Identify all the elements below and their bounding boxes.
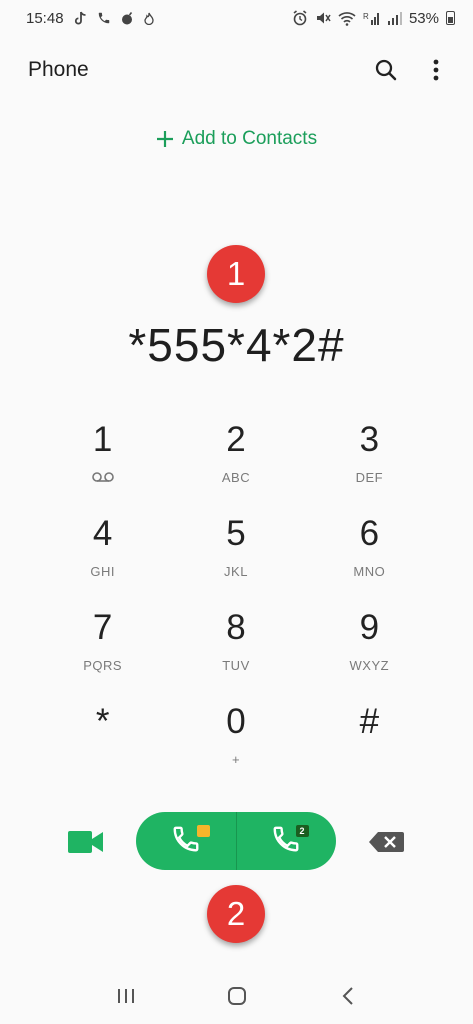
key-4[interactable]: 4 GHI: [36, 502, 169, 596]
key-7[interactable]: 7 PQRS: [36, 596, 169, 690]
nav-bar: [0, 968, 473, 1024]
key-digit: 6: [359, 514, 380, 553]
svg-text:R: R: [363, 12, 369, 21]
add-to-contacts-label: Add to Contacts: [181, 128, 318, 149]
status-right: R 53%: [292, 10, 455, 27]
key-letters: PQRS: [83, 658, 123, 673]
key-digit: #: [359, 702, 380, 741]
key-digit: 5: [226, 514, 246, 553]
key-digit: 2: [226, 420, 246, 459]
key-letters: +: [231, 752, 241, 767]
key-1[interactable]: 1: [36, 408, 169, 502]
key-letters: ABC: [221, 470, 251, 485]
key-3[interactable]: 3 DEF: [303, 408, 436, 502]
flame-icon: [143, 12, 154, 25]
mute-icon: [315, 10, 331, 26]
key-letters: TUV: [222, 658, 250, 673]
keypad: 1 2 ABC 3 DEF 4 GHI 5 JKL 6 MNO 7 PQRS 8 TUV 9 WXYZ * 0 + #: [36, 408, 436, 784]
callout-badge-1: 1: [207, 245, 265, 303]
key-letters: JKL: [224, 564, 248, 579]
back-icon[interactable]: [328, 976, 368, 1016]
key-letters: MNO: [353, 564, 386, 579]
key-letters: GHI: [90, 564, 115, 579]
key-0[interactable]: 0 +: [169, 690, 302, 784]
call-sim2-button[interactable]: 2: [237, 812, 337, 870]
app-title: Phone: [28, 58, 89, 81]
key-digit: 3: [359, 420, 380, 459]
key-digit: 7: [92, 608, 113, 647]
dialer-screen: 15:48 R 53% Phone Add to Contacts 1 *555…: [0, 0, 473, 1024]
status-time: 15:48: [26, 9, 64, 27]
recents-icon[interactable]: [106, 976, 146, 1016]
tiktok-icon: [74, 11, 87, 26]
phone-call-icon: [97, 11, 111, 25]
key-digit: 0: [226, 702, 246, 741]
key-digit: *: [95, 702, 110, 741]
call-actions: 2: [0, 812, 473, 872]
add-to-contacts-button[interactable]: Add to Contacts: [0, 126, 473, 152]
search-icon[interactable]: [371, 55, 401, 85]
battery-icon: [446, 11, 455, 25]
sim2-badge: 2: [295, 825, 309, 837]
wifi-icon: [338, 11, 356, 26]
key-2[interactable]: 2 ABC: [169, 408, 302, 502]
sim1-badge: [197, 825, 210, 837]
key-6[interactable]: 6 MNO: [303, 502, 436, 596]
call-sim1-button[interactable]: [136, 812, 237, 870]
plus-icon: [156, 126, 174, 152]
home-icon[interactable]: [217, 976, 257, 1016]
voicemail-icon: [91, 470, 114, 486]
alarm-icon: [292, 10, 308, 26]
key-letters: WXYZ: [349, 658, 390, 673]
status-bar: 15:48 R 53%: [0, 0, 473, 36]
key-digit: 9: [359, 608, 380, 647]
key-9[interactable]: 9 WXYZ: [303, 596, 436, 690]
backspace-icon[interactable]: [368, 830, 406, 854]
status-left: 15:48: [26, 10, 154, 27]
key-digit: 8: [226, 608, 246, 647]
key-hash[interactable]: #: [303, 690, 436, 784]
more-vert-icon[interactable]: [421, 55, 451, 85]
key-digit: 1: [92, 420, 113, 459]
app-actions: [371, 55, 451, 85]
signal-icon: [387, 11, 402, 26]
signal-r-icon: R: [363, 11, 380, 26]
key-star[interactable]: *: [36, 690, 169, 784]
call-button-group: 2: [136, 812, 336, 870]
dialed-number: *555*4*2#: [128, 319, 345, 371]
key-digit: 4: [92, 514, 113, 553]
bomb-icon: [121, 11, 134, 25]
key-letters: DEF: [355, 470, 384, 485]
callout-badge-2: 2: [207, 885, 265, 943]
key-5[interactable]: 5 JKL: [169, 502, 302, 596]
key-8[interactable]: 8 TUV: [169, 596, 302, 690]
battery-percent: 53%: [408, 9, 439, 27]
app-bar: Phone: [0, 48, 473, 92]
video-call-icon[interactable]: [66, 828, 106, 856]
